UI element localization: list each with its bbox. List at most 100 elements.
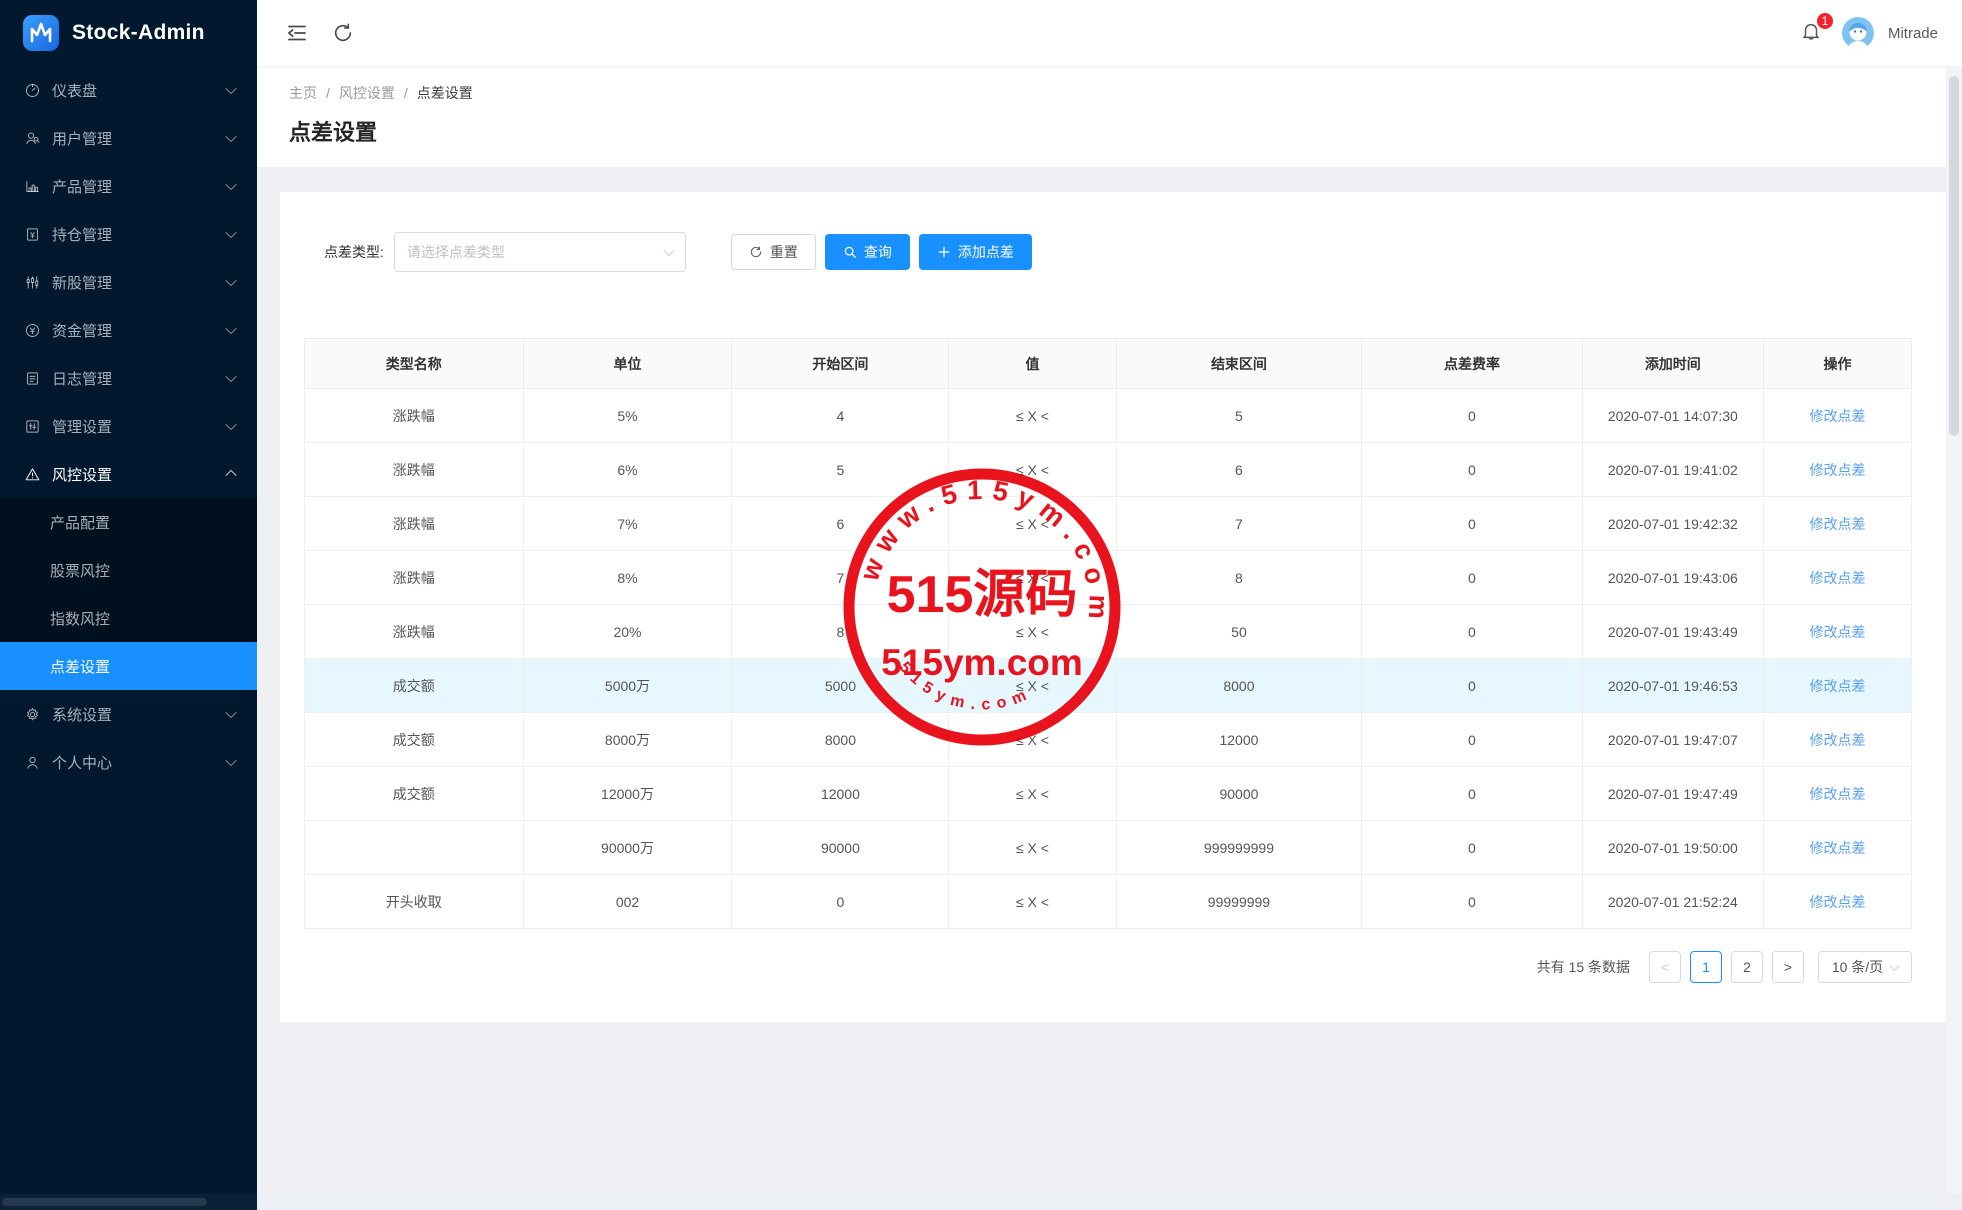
sidebar-item-10[interactable]: 个人中心 [0,738,257,786]
sidebar-submenu: 产品配置 股票风控 指数风控 点差设置 [0,498,257,690]
cell-type-name: 开头收取 [304,874,524,929]
sidebar-subitem-1[interactable]: 股票风控 [0,546,257,594]
vertical-scrollbar-thumb[interactable] [1949,76,1959,436]
cell-unit: 7% [522,496,733,551]
cell-add-time: 2020-07-01 21:52:24 [1581,874,1765,929]
breadcrumb-home[interactable]: 主页 [289,83,317,103]
reload-icon[interactable] [331,21,355,45]
page-button-2[interactable]: 2 [1731,951,1763,983]
cell-end-range: 12000 [1115,712,1363,767]
cell-start-range: 0 [731,874,950,929]
modify-spread-link[interactable]: 修改点差 [1810,894,1866,910]
app-logo[interactable]: Stock-Admin [0,0,257,66]
sidebar-item-0[interactable]: 仪表盘 [0,66,257,114]
sidebar-item-label: 日志管理 [52,370,113,388]
reset-button[interactable]: 重置 [730,234,816,270]
breadcrumb-risk-settings[interactable]: 风控设置 [339,83,395,103]
sidebar-item-label: 资金管理 [52,322,113,340]
topbar: 1 Mitrade [257,0,1962,66]
search-icon [844,246,856,258]
sidebar-item-3[interactable]: 持仓管理 [0,210,257,258]
sidebar-subitem-3[interactable]: 点差设置 [0,642,257,690]
content-area: 点差类型: 请选择点差类型 重置 查询 添加点差 类型名称 单位 开始区间 值 … [257,167,1962,1210]
sidebar-item-4[interactable]: 新股管理 [0,258,257,306]
cell-value-op: ≤ X < [948,820,1117,875]
cell-type-name: 成交额 [304,658,524,713]
cell-spread-fee: 0 [1361,496,1583,551]
cell-spread-fee: 0 [1361,388,1583,443]
sidebar-item-6[interactable]: 日志管理 [0,354,257,402]
cell-value-op: ≤ X < [948,712,1117,767]
modify-spread-link[interactable]: 修改点差 [1810,462,1866,478]
cell-end-range: 8000 [1115,658,1363,713]
cell-spread-fee: 0 [1361,820,1583,875]
sidebar-item-2[interactable]: 产品管理 [0,162,257,210]
cell-unit: 90000万 [522,820,733,875]
spread-table: 类型名称 单位 开始区间 值 结束区间 点差费率 添加时间 操作 涨跌幅 5% 4 ≤… [304,338,1912,929]
modify-spread-link[interactable]: 修改点差 [1810,840,1866,856]
cell-start-range: 8000 [731,712,950,767]
cell-type-name: 涨跌幅 [304,550,524,605]
next-page-button[interactable]: > [1772,951,1804,983]
username[interactable]: Mitrade [1888,25,1938,42]
logo-icon [22,14,60,52]
sidebar-item-label: 持仓管理 [52,226,113,244]
page-size-select[interactable]: 10 条/页 [1818,951,1912,983]
users-icon [24,130,41,147]
search-button[interactable]: 查询 [824,234,910,270]
col-actions: 操作 [1763,338,1912,389]
table-row: 涨跌幅 6% 5 ≤ X <6 0 2020-07-01 19:41:02 修改点差 [304,442,1912,497]
table-row: 涨跌幅 8% 7 ≤ X <8 0 2020-07-01 19:43:06 修改点差 [304,550,1912,605]
app-window: Stock-Admin 仪表盘 用户管理 产品管理持仓管理新股管理资金管理日志管理管… [0,0,1962,1210]
cell-end-range: 999999999 [1115,820,1363,875]
table-row: 涨跌幅 20% 8 ≤ X <50 0 2020-07-01 19:43:49 修改点差 [304,604,1912,659]
sidebar-item-9[interactable]: 系统设置 [0,690,257,738]
modify-spread-link[interactable]: 修改点差 [1810,570,1866,586]
notifications-button[interactable]: 1 [1794,11,1834,51]
cell-spread-fee: 0 [1361,874,1583,929]
positions-icon [24,226,41,243]
sidebar-subitem-2[interactable]: 指数风控 [0,594,257,642]
modify-spread-link[interactable]: 修改点差 [1810,678,1866,694]
cell-end-range: 7 [1115,496,1363,551]
system-icon [24,706,41,723]
cell-end-range: 8 [1115,550,1363,605]
sidebar-item-5[interactable]: 资金管理 [0,306,257,354]
spread-type-select[interactable]: 请选择点差类型 [393,232,686,272]
vertical-scrollbar[interactable] [1946,66,1962,1194]
modify-spread-link[interactable]: 修改点差 [1810,732,1866,748]
modify-spread-link[interactable]: 修改点差 [1810,786,1866,802]
app-title: Stock-Admin [72,21,205,44]
risk-icon [24,466,41,483]
avatar[interactable] [1841,17,1874,49]
sidebar-item-1[interactable]: 用户管理 [0,114,257,162]
logs-icon [24,370,41,387]
sidebar-item-7[interactable]: 管理设置 [0,402,257,450]
cell-end-range: 50 [1115,604,1363,659]
table-row: 开头收取 002 0 ≤ X <99999999 0 2020-07-01 21:52:2… [304,874,1912,929]
table-row: 成交额 8000万 8000 ≤ X <12000 0 2020-07-01 19:47:… [304,712,1912,767]
cell-add-time: 2020-07-01 19:43:06 [1581,550,1765,605]
sidebar-item-8[interactable]: 风控设置 [0,450,257,498]
sidebar: Stock-Admin 仪表盘 用户管理 产品管理持仓管理新股管理资金管理日志管理管… [0,0,257,1210]
cell-unit: 12000万 [522,766,733,821]
modify-spread-link[interactable]: 修改点差 [1810,516,1866,532]
sidebar-subitem-0[interactable]: 产品配置 [0,498,257,546]
modify-spread-link[interactable]: 修改点差 [1810,408,1866,424]
col-start-range: 开始区间 [731,338,950,389]
page-button-1[interactable]: 1 [1690,951,1722,983]
modify-spread-link[interactable]: 修改点差 [1810,624,1866,640]
reset-icon [750,246,762,258]
total-count-text: 共有 15 条数据 [1536,959,1630,975]
collapse-menu-icon[interactable] [285,21,309,45]
cell-unit: 8% [522,550,733,605]
horizontal-scrollbar[interactable] [0,1194,1946,1210]
cell-start-range: 90000 [731,820,950,875]
table-row: 涨跌幅 5% 4 ≤ X <5 0 2020-07-01 14:07:30 修改点差 [304,388,1912,443]
sidebar-item-label: 管理设置 [52,418,113,436]
cell-add-time: 2020-07-01 19:47:07 [1581,712,1765,767]
chevron-down-icon [225,82,237,95]
horizontal-scrollbar-thumb[interactable] [2,1198,207,1206]
add-spread-button[interactable]: 添加点差 [918,234,1032,270]
prev-page-button[interactable]: < [1649,951,1681,983]
